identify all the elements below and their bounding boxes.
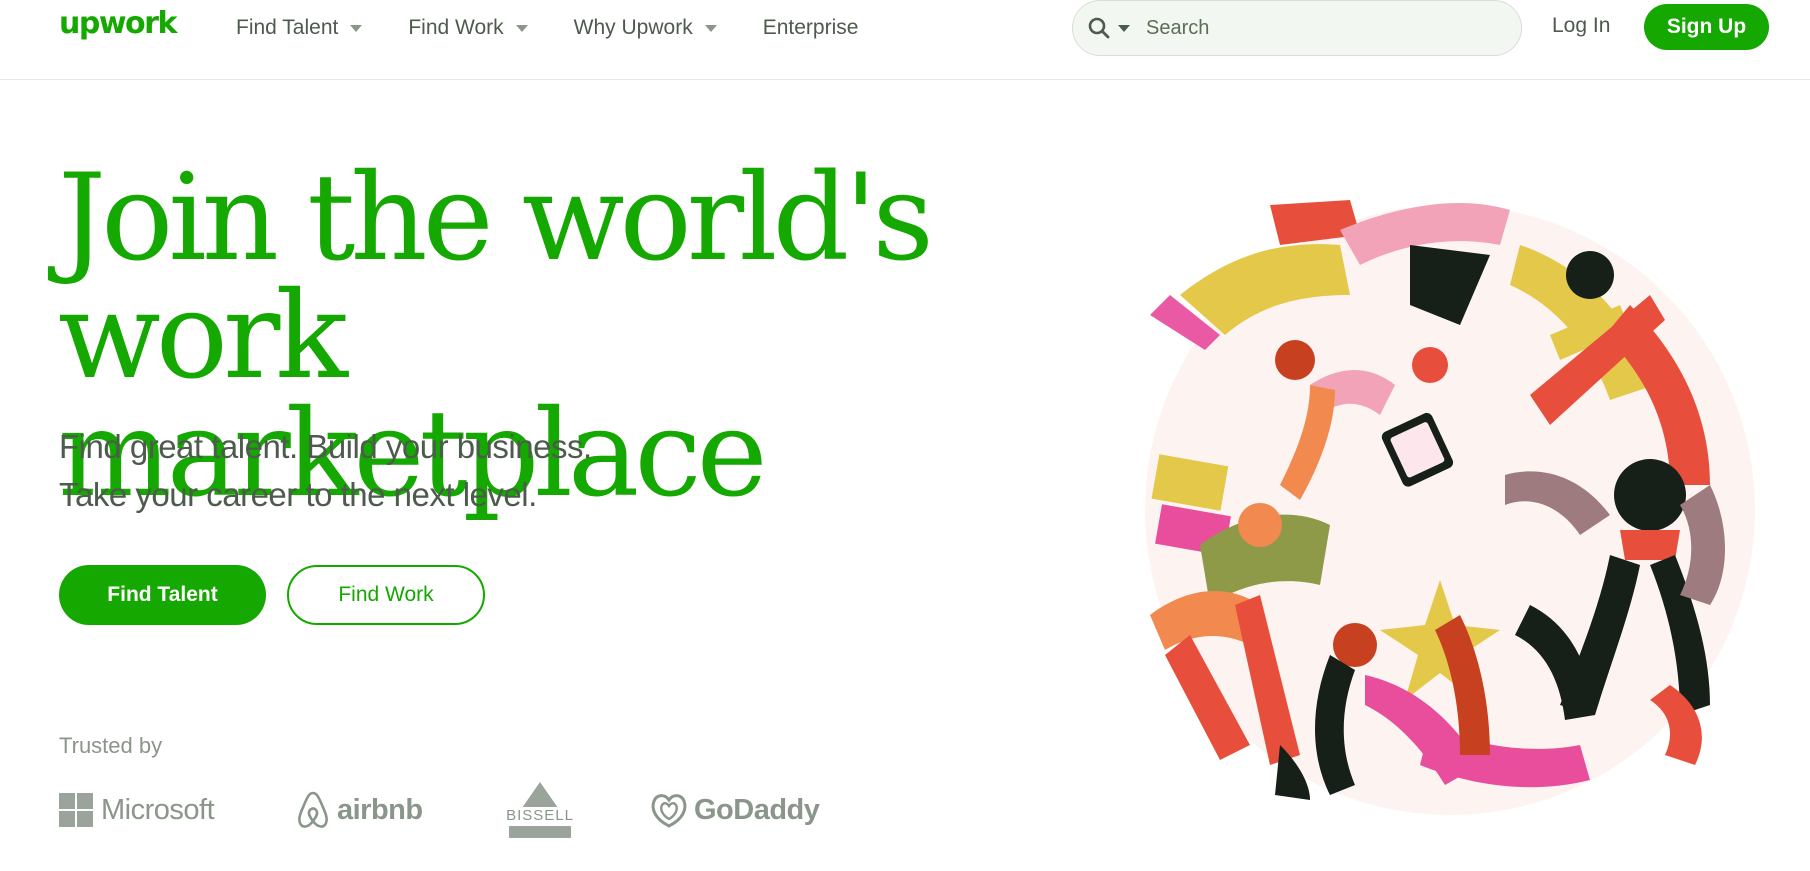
microsoft-squares-icon bbox=[59, 793, 93, 827]
hero-subtitle: Find great talent. Build your business. … bbox=[59, 423, 859, 519]
hero-subtitle-line-2: Take your career to the next level. bbox=[59, 476, 537, 513]
chevron-down-icon bbox=[515, 24, 528, 32]
search-bar bbox=[1072, 0, 1522, 56]
nav-find-talent-label: Find Talent bbox=[236, 16, 339, 39]
chevron-down-icon bbox=[704, 24, 717, 32]
airbnb-logo-text: airbnb bbox=[337, 793, 423, 826]
godaddy-logo-text: GoDaddy bbox=[694, 793, 820, 826]
search-type-dropdown-icon[interactable] bbox=[1118, 24, 1130, 32]
hero-subtitle-line-1: Find great talent. Build your business. bbox=[59, 428, 592, 465]
nav-enterprise-label: Enterprise bbox=[762, 16, 859, 39]
find-work-button[interactable]: Find Work bbox=[287, 565, 485, 625]
airbnb-logo: airbnb bbox=[295, 785, 423, 835]
find-talent-button[interactable]: Find Talent bbox=[59, 565, 266, 625]
nav-find-work-label: Find Work bbox=[408, 16, 504, 39]
chevron-down-icon bbox=[350, 24, 363, 32]
nav-find-work[interactable]: Find Work bbox=[408, 16, 528, 40]
top-header: upwork Find Talent Find Work Why Upwork … bbox=[0, 0, 1810, 80]
nav-why-upwork-label: Why Upwork bbox=[573, 16, 693, 39]
upwork-logo[interactable]: upwork bbox=[59, 6, 177, 46]
main-nav: Find Talent Find Work Why Upwork Enterpr… bbox=[236, 0, 904, 56]
microsoft-logo-text: Microsoft bbox=[101, 793, 215, 826]
microsoft-logo: Microsoft bbox=[59, 785, 215, 835]
godaddy-logo: GoDaddy bbox=[649, 785, 820, 835]
nav-enterprise[interactable]: Enterprise bbox=[763, 16, 859, 40]
bissell-logo: BISSELL bbox=[495, 782, 585, 838]
people-circle-illustration bbox=[1145, 200, 1755, 815]
trusted-by-label: Trusted by bbox=[59, 733, 163, 758]
nav-find-talent[interactable]: Find Talent bbox=[236, 16, 363, 40]
search-input[interactable] bbox=[1146, 16, 1476, 40]
login-link[interactable]: Log In bbox=[1552, 14, 1610, 38]
godaddy-heart-icon bbox=[651, 794, 687, 828]
hero-illustration bbox=[1110, 185, 1780, 835]
search-icon[interactable] bbox=[1087, 16, 1111, 40]
airbnb-belo-icon bbox=[298, 791, 328, 828]
bissell-logo-text: BISSELL bbox=[504, 806, 576, 824]
signup-button[interactable]: Sign Up bbox=[1644, 4, 1769, 50]
nav-why-upwork[interactable]: Why Upwork bbox=[574, 16, 717, 40]
